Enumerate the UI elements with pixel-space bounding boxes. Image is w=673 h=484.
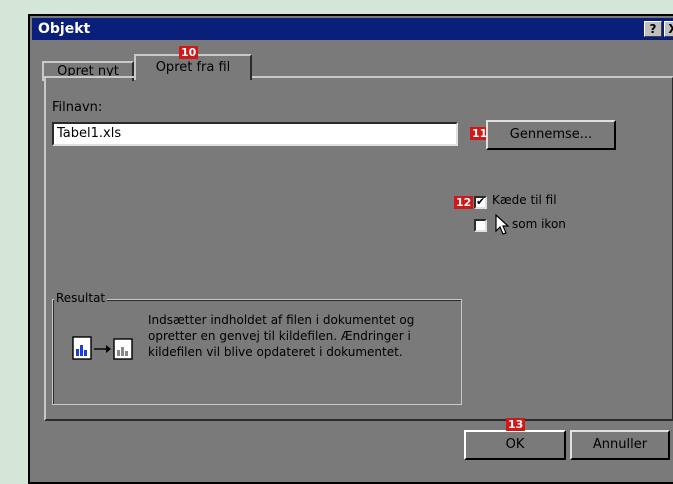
link-label: Kæde til fil (492, 193, 557, 207)
close-button[interactable]: X (664, 21, 673, 37)
cancel-button[interactable]: Annuller (570, 430, 670, 460)
cancel-label: Annuller (592, 437, 648, 452)
mouse-cursor-icon (495, 214, 510, 235)
badge-12: 12 (454, 196, 474, 209)
browse-button[interactable]: Gennemse... (486, 120, 616, 150)
badge-13: 13 (506, 418, 526, 431)
link-file-icon (72, 336, 133, 360)
badge-10: 10 (179, 46, 199, 59)
ok-button[interactable]: OK (464, 430, 566, 460)
result-title: Resultat (54, 291, 108, 305)
result-line: opretter en genvej til kildefilen. Ændri… (148, 329, 411, 343)
result-line: kildefilen vil blive opdateret i dokumen… (148, 345, 403, 359)
icon-checkbox[interactable] (474, 219, 487, 232)
result-line: Indsætter indholdet af filen i dokumente… (148, 313, 415, 327)
result-description: Indsætter indholdet af filen i dokumente… (148, 312, 414, 360)
browse-label: Gennemse... (509, 127, 593, 142)
checkmark-icon: ✔ (476, 195, 486, 208)
filename-label: Filnavn: (52, 100, 103, 115)
title-bar: Objekt ? X (32, 18, 673, 40)
icon-label: som ikon (512, 217, 566, 231)
link-checkbox[interactable]: ✔ (474, 195, 487, 209)
dialog-title: Objekt (38, 21, 91, 37)
ok-label: OK (505, 437, 525, 452)
help-button[interactable]: ? (644, 21, 662, 37)
object-dialog: Objekt ? X Opret nyt Opret fra fil 10 Fi… (28, 14, 673, 484)
tab-label: Opret fra fil (155, 60, 231, 75)
filename-input[interactable]: Tabel1.xls (52, 122, 458, 146)
